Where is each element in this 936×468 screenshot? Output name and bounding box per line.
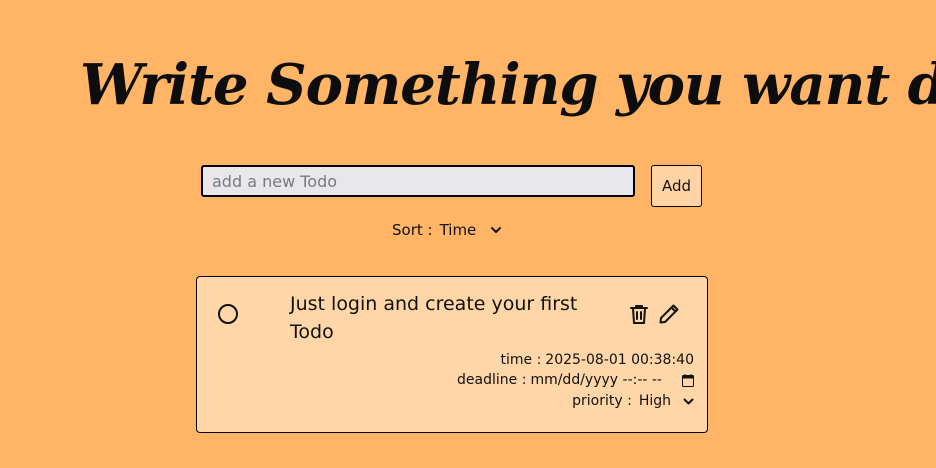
time-value: 2025-08-01 00:38:40 — [545, 352, 694, 368]
circle-check-icon[interactable] — [218, 304, 238, 324]
sort-selected-value: Time — [439, 221, 477, 239]
todo-time: time : 2025-08-01 00:38:40 — [501, 352, 695, 368]
time-label: time : — [500, 352, 542, 368]
deadline-input[interactable]: mm/dd/yyyy --:-- -- — [530, 372, 694, 388]
sort-control: Sort : Time — [392, 221, 502, 239]
todo-card: Just login and create your first Todo ti… — [196, 276, 708, 433]
chevron-down-icon — [683, 398, 694, 404]
todo-deadline: deadline : mm/dd/yyyy --:-- -- — [457, 372, 694, 388]
new-todo-input[interactable] — [201, 165, 635, 197]
sort-select[interactable]: Time — [440, 221, 503, 239]
deadline-label: deadline : — [457, 372, 527, 388]
pencil-icon[interactable] — [657, 302, 681, 326]
priority-select[interactable]: High — [639, 393, 694, 409]
add-button[interactable]: Add — [651, 165, 702, 207]
trash-icon[interactable] — [627, 302, 651, 326]
todo-priority: priority : High — [572, 393, 694, 409]
sort-label: Sort : — [392, 221, 433, 239]
chevron-down-icon — [491, 227, 502, 233]
todo-text: Just login and create your first Todo — [290, 293, 578, 343]
calendar-icon[interactable] — [682, 373, 694, 387]
priority-value: High — [638, 393, 671, 409]
priority-label: priority : — [572, 393, 632, 409]
page-title: Write Something you want do — [80, 52, 936, 118]
deadline-value: mm/dd/yyyy --:-- -- — [530, 372, 662, 388]
